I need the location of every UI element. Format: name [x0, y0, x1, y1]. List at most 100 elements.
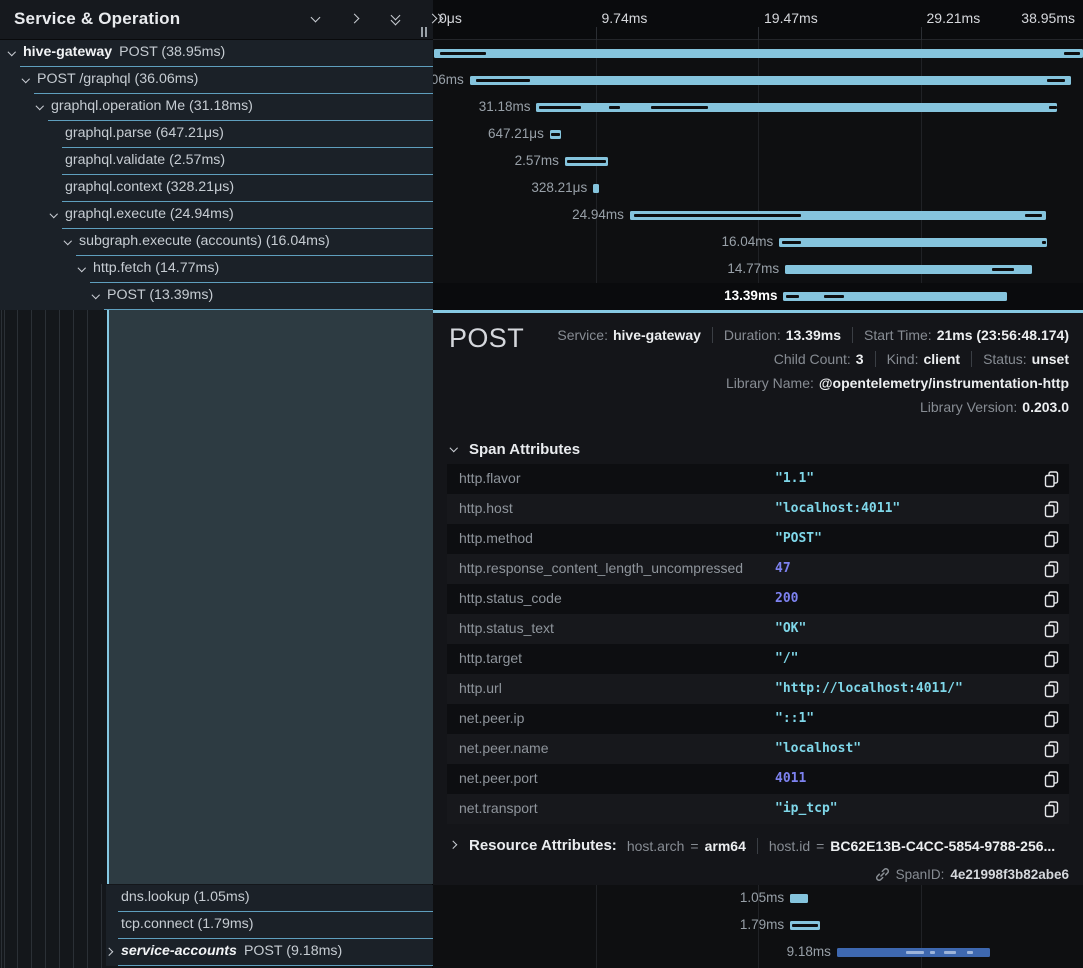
- copy-icon[interactable]: [1044, 531, 1059, 548]
- attribute-row: http.host"localhost:4011": [447, 494, 1069, 524]
- chevron-down-icon[interactable]: [310, 13, 322, 25]
- timeline-row[interactable]: 9.18ms: [433, 939, 1083, 966]
- resource-attributes-header[interactable]: Resource Attributes: host.arch=arm64host…: [449, 837, 1055, 854]
- span-bar-mark: [1049, 106, 1057, 109]
- detail-field-value: 13.39ms: [786, 327, 841, 343]
- copy-icon[interactable]: [1044, 501, 1059, 518]
- span-row[interactable]: http.fetch (14.77ms): [0, 256, 433, 283]
- service-operation-header: Service & Operation: [0, 0, 433, 40]
- timeline-row[interactable]: 36.06ms: [433, 67, 1083, 94]
- span-operation-name: dns.lookup (1.05ms): [121, 889, 250, 905]
- span-duration-label: 13.39ms: [724, 288, 777, 303]
- span-bar[interactable]: [779, 238, 1047, 247]
- link-icon[interactable]: [875, 867, 890, 882]
- span-row[interactable]: subgraph.execute (accounts) (16.04ms): [0, 229, 433, 256]
- span-row[interactable]: graphql.context (328.21μs): [0, 175, 433, 202]
- chevron-down-icon[interactable]: [7, 48, 19, 60]
- detail-field-label: Service:: [557, 327, 608, 343]
- timeline-header: 0μs9.74ms19.47ms29.21ms38.95ms: [433, 0, 1083, 40]
- span-label: dns.lookup (1.05ms): [121, 889, 250, 905]
- span-duration-label: 36.06ms: [433, 72, 464, 87]
- copy-icon[interactable]: [1044, 711, 1059, 728]
- span-label: graphql.parse (647.21μs): [65, 125, 224, 141]
- copy-icon[interactable]: [1044, 621, 1059, 638]
- span-bar[interactable]: [785, 265, 1031, 274]
- span-bar[interactable]: [790, 894, 808, 903]
- double-chevron-down-icon[interactable]: [390, 13, 402, 25]
- span-bar[interactable]: [593, 184, 599, 193]
- timeline-row[interactable]: 647.21μs: [433, 121, 1083, 148]
- timeline-row[interactable]: 38.95ms: [433, 40, 1083, 67]
- span-operation-name: graphql.context (328.21μs): [65, 179, 234, 195]
- span-bar[interactable]: [630, 211, 1046, 220]
- chevron-down-icon[interactable]: [91, 291, 103, 303]
- copy-icon[interactable]: [1044, 681, 1059, 698]
- timeline-row[interactable]: 2.57ms: [433, 148, 1083, 175]
- chevron-down-icon[interactable]: [35, 102, 47, 114]
- span-row[interactable]: hive-gatewayPOST (38.95ms): [0, 40, 433, 67]
- span-bar-mark: [824, 295, 844, 298]
- indent-guide: [45, 229, 46, 968]
- attribute-key: http.host: [459, 500, 513, 516]
- span-bar[interactable]: [550, 130, 561, 139]
- chevron-right-icon[interactable]: [350, 13, 362, 25]
- double-chevron-right-icon[interactable]: [430, 13, 442, 25]
- span-bar-mark: [992, 268, 1014, 271]
- span-row[interactable]: POST (13.39ms): [0, 283, 433, 310]
- chevron-down-icon[interactable]: [77, 264, 89, 276]
- timeline-row[interactable]: 31.18ms: [433, 94, 1083, 121]
- timeline-row[interactable]: 1.05ms: [433, 885, 1083, 912]
- timeline-row[interactable]: 13.39ms: [433, 283, 1083, 310]
- span-row[interactable]: graphql.operation Me (31.18ms): [0, 94, 433, 121]
- copy-icon[interactable]: [1044, 471, 1059, 488]
- chevron-down-icon[interactable]: [49, 210, 61, 222]
- span-duration-label: 2.57ms: [515, 153, 559, 168]
- copy-icon[interactable]: [1044, 591, 1059, 608]
- span-service-name: hive-gateway: [23, 44, 112, 60]
- span-label: graphql.operation Me (31.18ms): [51, 98, 253, 114]
- span-operation-name: graphql.validate (2.57ms): [65, 152, 225, 168]
- span-bar[interactable]: [536, 103, 1056, 112]
- span-bar[interactable]: [434, 49, 1083, 58]
- span-bar-mark: [782, 241, 801, 244]
- span-row[interactable]: tcp.connect (1.79ms): [0, 912, 433, 939]
- chevron-down-icon[interactable]: [21, 75, 33, 87]
- attribute-value: "1.1": [775, 471, 814, 486]
- span-row[interactable]: service-accountsPOST (9.18ms): [0, 939, 433, 966]
- chevron-down-icon[interactable]: [63, 237, 75, 249]
- span-bar[interactable]: [837, 948, 990, 957]
- span-bar[interactable]: [783, 292, 1006, 301]
- span-attributes-header[interactable]: Span Attributes: [449, 441, 580, 458]
- copy-icon[interactable]: [1044, 651, 1059, 668]
- attribute-value: "::1": [775, 711, 814, 726]
- span-row[interactable]: graphql.execute (24.94ms): [0, 202, 433, 229]
- timeline-row[interactable]: 328.21μs: [433, 175, 1083, 202]
- span-bar[interactable]: [790, 921, 820, 930]
- attribute-row: net.peer.name"localhost": [447, 734, 1069, 764]
- field-divider: [712, 327, 713, 343]
- copy-icon[interactable]: [1044, 741, 1059, 758]
- timeline-row[interactable]: 16.04ms: [433, 229, 1083, 256]
- equals-sign: =: [816, 838, 824, 854]
- timeline-row[interactable]: 1.79ms: [433, 912, 1083, 939]
- panel-resize-grip[interactable]: [421, 24, 431, 36]
- span-bar[interactable]: [565, 157, 608, 166]
- span-row[interactable]: graphql.validate (2.57ms): [0, 148, 433, 175]
- copy-icon[interactable]: [1044, 561, 1059, 578]
- span-bar[interactable]: [470, 76, 1072, 85]
- span-operation-name: subgraph.execute (accounts) (16.04ms): [79, 233, 330, 249]
- span-label: hive-gatewayPOST (38.95ms): [23, 44, 225, 60]
- copy-icon[interactable]: [1044, 801, 1059, 818]
- attribute-value: 47: [775, 561, 791, 576]
- timeline-tick-label: 9.74ms: [602, 10, 648, 26]
- attribute-row: http.url"http://localhost:4011/": [447, 674, 1069, 704]
- chevron-right-icon[interactable]: [105, 947, 117, 959]
- timeline-row[interactable]: 24.94ms: [433, 202, 1083, 229]
- span-row[interactable]: POST /graphql (36.06ms): [0, 67, 433, 94]
- span-attributes-table: http.flavor"1.1"http.host"localhost:4011…: [447, 464, 1069, 824]
- detail-field-value: 21ms (23:56:48.174): [937, 327, 1069, 343]
- copy-icon[interactable]: [1044, 771, 1059, 788]
- span-row[interactable]: dns.lookup (1.05ms): [0, 885, 433, 912]
- timeline-row[interactable]: 14.77ms: [433, 256, 1083, 283]
- span-row[interactable]: graphql.parse (647.21μs): [0, 121, 433, 148]
